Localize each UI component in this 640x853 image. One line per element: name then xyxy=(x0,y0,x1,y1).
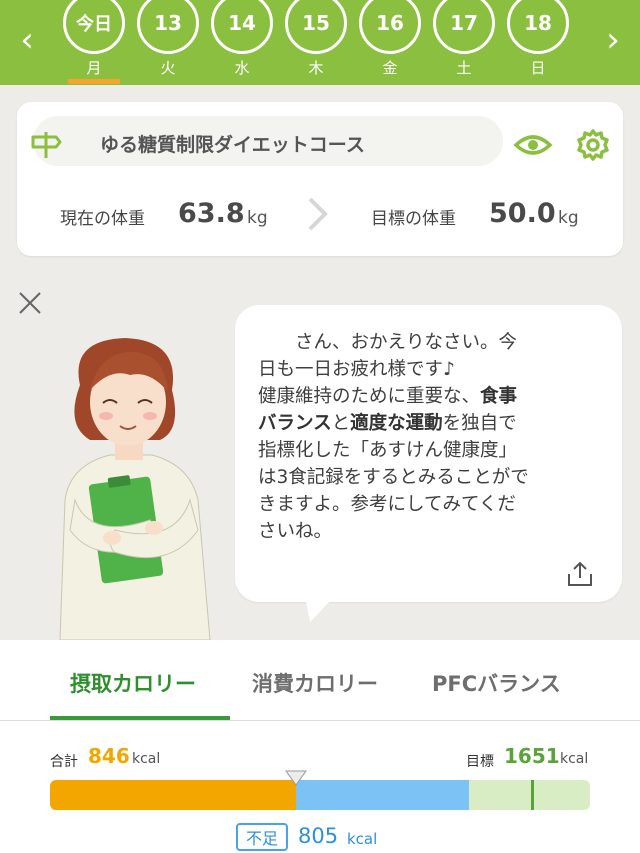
current-weight-unit: kg xyxy=(247,208,268,228)
total-calories-unit: kcal xyxy=(132,751,161,767)
advisor-message: さん、おかえりなさい。今 日も一日お疲れ様です♪ 健康維持のために重要な、食事 … xyxy=(258,329,598,545)
message-line: 日も一日お疲れ様です♪ xyxy=(258,359,455,380)
current-weight-label: 現在の体重 xyxy=(60,209,145,229)
day-date: 今日 xyxy=(63,0,125,54)
message-line: 健康維持のために重要な、 xyxy=(258,386,481,407)
deficit-badge: 不足 xyxy=(236,823,288,851)
message-line: さん、おかえりなさい。今 xyxy=(258,332,518,353)
day-weekday: 土 xyxy=(456,59,472,77)
day-14[interactable]: 14 水 xyxy=(209,0,275,85)
day-weekday: 日 xyxy=(530,59,546,77)
day-weekday: 金 xyxy=(382,59,398,77)
target-weight-value: 50.0 xyxy=(489,198,556,229)
intake-marker-icon xyxy=(285,770,307,786)
message-line: きますよ。参考にしてみてくだ xyxy=(258,494,516,515)
eye-icon[interactable] xyxy=(513,128,553,162)
tab-pfc-balance[interactable]: PFCバランス xyxy=(432,668,561,698)
message-emphasis: 食事 xyxy=(480,386,518,407)
speech-bubble-tail xyxy=(305,596,335,622)
day-date: 15 xyxy=(285,0,347,54)
gear-icon[interactable] xyxy=(576,128,610,162)
advisor-character-illustration xyxy=(59,338,211,640)
deficit-unit: kcal xyxy=(347,830,378,848)
day-18[interactable]: 18 日 xyxy=(505,0,571,85)
message-line: 指標化した「あすけん健康度」 xyxy=(258,440,518,461)
day-15[interactable]: 15 木 xyxy=(283,0,349,85)
tab-intake-calories[interactable]: 摂取カロリー xyxy=(70,668,196,698)
current-weight-value: 63.8 xyxy=(178,198,245,229)
day-date: 17 xyxy=(433,0,495,54)
day-weekday: 火 xyxy=(160,59,176,77)
day-16[interactable]: 16 金 xyxy=(357,0,423,85)
intake-fill xyxy=(50,780,296,810)
next-week-arrow-icon[interactable]: › xyxy=(598,18,628,62)
day-date: 16 xyxy=(359,0,421,54)
message-emphasis: 適度な運動 xyxy=(350,413,443,434)
target-weight-unit: kg xyxy=(558,208,579,228)
close-icon[interactable] xyxy=(17,290,43,316)
message-line: を独自で xyxy=(442,413,517,434)
day-date: 13 xyxy=(137,0,199,54)
goal-calories-unit: kcal xyxy=(560,751,589,767)
total-calories-label: 合計 xyxy=(50,754,78,770)
day-17[interactable]: 17 土 xyxy=(431,0,497,85)
signpost-icon xyxy=(31,132,62,158)
day-13[interactable]: 13 火 xyxy=(135,0,201,85)
message-line: と xyxy=(331,413,351,434)
day-weekday: 月 xyxy=(86,59,102,77)
target-weight-label: 目標の体重 xyxy=(371,209,456,229)
day-today[interactable]: 今日 月 xyxy=(61,0,127,85)
share-icon[interactable] xyxy=(566,560,594,588)
calorie-progress-bar xyxy=(50,780,590,810)
day-date: 14 xyxy=(211,0,273,54)
tab-divider xyxy=(0,720,640,721)
goal-calories-label: 目標 xyxy=(466,754,494,770)
goal-line xyxy=(530,780,534,810)
day-weekday: 木 xyxy=(308,59,324,77)
tab-burned-calories[interactable]: 消費カロリー xyxy=(252,668,378,698)
chevron-right-icon xyxy=(308,197,328,231)
message-line: は3食記録をするとみることがで xyxy=(258,467,529,488)
message-line: さいね。 xyxy=(258,521,333,542)
deficit-value: 805 xyxy=(298,824,339,848)
total-calories-value: 846 xyxy=(88,744,130,768)
day-weekday: 水 xyxy=(234,59,250,77)
course-name[interactable]: ゆる糖質制限ダイエットコース xyxy=(100,130,365,157)
message-emphasis: バランス xyxy=(258,413,332,434)
goal-calories-value: 1651 xyxy=(504,744,560,768)
course-card xyxy=(17,102,623,256)
selected-day-indicator xyxy=(68,79,120,84)
shortfall-fill xyxy=(296,780,469,810)
day-date: 18 xyxy=(507,0,569,54)
previous-week-arrow-icon[interactable]: ‹ xyxy=(12,18,42,62)
